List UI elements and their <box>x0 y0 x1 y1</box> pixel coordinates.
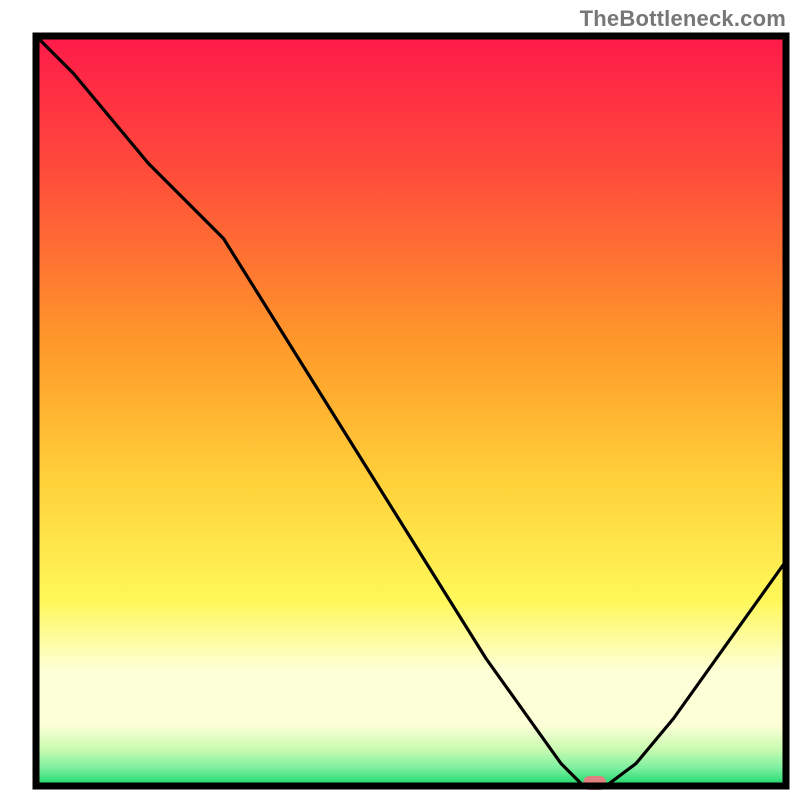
bottleneck-chart <box>0 0 800 800</box>
plot-area <box>36 36 786 790</box>
gradient-main <box>36 36 786 725</box>
chart-stage: TheBottleneck.com <box>0 0 800 800</box>
gradient-bottom-band <box>36 725 786 786</box>
